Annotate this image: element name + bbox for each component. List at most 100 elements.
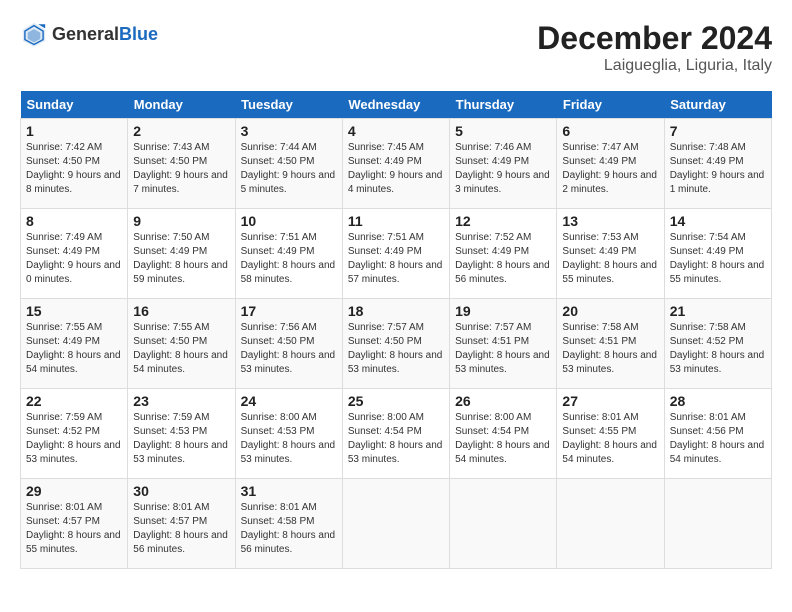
cell-text: Sunrise: 8:00 AMSunset: 4:54 PMDaylight:… — [348, 412, 443, 465]
cell-text: Sunrise: 7:53 AMSunset: 4:49 PMDaylight:… — [562, 232, 657, 285]
day-number: 30 — [133, 483, 229, 499]
calendar-cell — [450, 479, 557, 569]
cell-text: Sunrise: 7:45 AMSunset: 4:49 PMDaylight:… — [348, 142, 443, 195]
day-number: 23 — [133, 393, 229, 409]
logo-general: General — [52, 24, 119, 44]
day-number: 18 — [348, 303, 444, 319]
day-header-tuesday: Tuesday — [235, 91, 342, 119]
calendar-cell: 12Sunrise: 7:52 AMSunset: 4:49 PMDayligh… — [450, 209, 557, 299]
day-number: 14 — [670, 213, 766, 229]
cell-text: Sunrise: 7:58 AMSunset: 4:52 PMDaylight:… — [670, 322, 765, 375]
week-row-4: 22Sunrise: 7:59 AMSunset: 4:52 PMDayligh… — [21, 389, 772, 479]
day-number: 17 — [241, 303, 337, 319]
day-number: 6 — [562, 123, 658, 139]
calendar-cell: 19 Sunrise: 7:57 AMSunset: 4:51 PMDayligh… — [450, 299, 557, 389]
calendar-header-row: SundayMondayTuesdayWednesdayThursdayFrid… — [21, 91, 772, 119]
cell-text: Sunrise: 7:42 AMSunset: 4:50 PMDaylight:… — [26, 142, 121, 195]
week-row-5: 29 Sunrise: 8:01 AMSunset: 4:57 PMDayligh… — [21, 479, 772, 569]
calendar-cell: 23 Sunrise: 7:59 AMSunset: 4:53 PMDayligh… — [128, 389, 235, 479]
calendar-body: 1Sunrise: 7:42 AMSunset: 4:50 PMDaylight… — [21, 119, 772, 569]
logo: GeneralBlue — [20, 20, 158, 48]
day-number: 3 — [241, 123, 337, 139]
calendar-cell: 18 Sunrise: 7:57 AMSunset: 4:50 PMDayligh… — [342, 299, 449, 389]
day-number: 25 — [348, 393, 444, 409]
day-number: 10 — [241, 213, 337, 229]
week-row-3: 15Sunrise: 7:55 AMSunset: 4:49 PMDayligh… — [21, 299, 772, 389]
title-area: December 2024 Laigueglia, Liguria, Italy — [537, 20, 772, 75]
calendar-cell — [557, 479, 664, 569]
calendar-cell: 27Sunrise: 8:01 AMSunset: 4:55 PMDayligh… — [557, 389, 664, 479]
cell-text: Sunrise: 8:01 AMSunset: 4:58 PMDaylight:… — [241, 502, 336, 555]
day-header-monday: Monday — [128, 91, 235, 119]
calendar-cell: 20 Sunrise: 7:58 AMSunset: 4:51 PMDayligh… — [557, 299, 664, 389]
calendar-cell: 7 Sunrise: 7:48 AMSunset: 4:49 PMDaylight… — [664, 119, 771, 209]
calendar-cell: 22Sunrise: 7:59 AMSunset: 4:52 PMDayligh… — [21, 389, 128, 479]
day-header-friday: Friday — [557, 91, 664, 119]
cell-text: Sunrise: 7:54 AMSunset: 4:49 PMDaylight:… — [670, 232, 765, 285]
cell-text: Sunrise: 8:01 AMSunset: 4:57 PMDaylight:… — [133, 502, 228, 555]
day-number: 4 — [348, 123, 444, 139]
calendar-cell: 4 Sunrise: 7:45 AMSunset: 4:49 PMDaylight… — [342, 119, 449, 209]
calendar-table: SundayMondayTuesdayWednesdayThursdayFrid… — [20, 91, 772, 569]
calendar-cell: 5 Sunrise: 7:46 AMSunset: 4:49 PMDaylight… — [450, 119, 557, 209]
day-number: 8 — [26, 213, 122, 229]
month-title: December 2024 — [537, 20, 772, 57]
cell-text: Sunrise: 7:49 AMSunset: 4:49 PMDaylight:… — [26, 232, 121, 285]
day-number: 7 — [670, 123, 766, 139]
cell-text: Sunrise: 7:59 AMSunset: 4:53 PMDaylight:… — [133, 412, 228, 465]
day-number: 27 — [562, 393, 658, 409]
day-number: 19 — [455, 303, 551, 319]
logo-blue: Blue — [119, 24, 158, 44]
calendar-cell — [664, 479, 771, 569]
calendar-cell: 3 Sunrise: 7:44 AMSunset: 4:50 PMDaylight… — [235, 119, 342, 209]
day-number: 29 — [26, 483, 122, 499]
day-header-saturday: Saturday — [664, 91, 771, 119]
calendar-cell: 29 Sunrise: 8:01 AMSunset: 4:57 PMDayligh… — [21, 479, 128, 569]
cell-text: Sunrise: 7:47 AMSunset: 4:49 PMDaylight:… — [562, 142, 657, 195]
calendar-cell: 21 Sunrise: 7:58 AMSunset: 4:52 PMDayligh… — [664, 299, 771, 389]
calendar-cell: 17 Sunrise: 7:56 AMSunset: 4:50 PMDayligh… — [235, 299, 342, 389]
calendar-cell: 26Sunrise: 8:00 AMSunset: 4:54 PMDayligh… — [450, 389, 557, 479]
cell-text: Sunrise: 7:56 AMSunset: 4:50 PMDaylight:… — [241, 322, 336, 375]
week-row-1: 1Sunrise: 7:42 AMSunset: 4:50 PMDaylight… — [21, 119, 772, 209]
calendar-cell: 11Sunrise: 7:51 AMSunset: 4:49 PMDayligh… — [342, 209, 449, 299]
calendar-cell: 16 Sunrise: 7:55 AMSunset: 4:50 PMDayligh… — [128, 299, 235, 389]
calendar-cell: 8 Sunrise: 7:49 AMSunset: 4:49 PMDaylight… — [21, 209, 128, 299]
day-number: 22 — [26, 393, 122, 409]
day-number: 31 — [241, 483, 337, 499]
cell-text: Sunrise: 7:57 AMSunset: 4:51 PMDaylight:… — [455, 322, 550, 375]
calendar-cell: 10Sunrise: 7:51 AMSunset: 4:49 PMDayligh… — [235, 209, 342, 299]
calendar-cell: 31 Sunrise: 8:01 AMSunset: 4:58 PMDayligh… — [235, 479, 342, 569]
day-number: 21 — [670, 303, 766, 319]
cell-text: Sunrise: 8:01 AMSunset: 4:56 PMDaylight:… — [670, 412, 765, 465]
calendar-cell: 24 Sunrise: 8:00 AMSunset: 4:53 PMDayligh… — [235, 389, 342, 479]
location-title: Laigueglia, Liguria, Italy — [537, 57, 772, 75]
calendar-cell: 30 Sunrise: 8:01 AMSunset: 4:57 PMDayligh… — [128, 479, 235, 569]
day-number: 20 — [562, 303, 658, 319]
day-number: 16 — [133, 303, 229, 319]
cell-text: Sunrise: 8:01 AMSunset: 4:57 PMDaylight:… — [26, 502, 121, 555]
cell-text: Sunrise: 7:46 AMSunset: 4:49 PMDaylight:… — [455, 142, 550, 195]
week-row-2: 8 Sunrise: 7:49 AMSunset: 4:49 PMDaylight… — [21, 209, 772, 299]
cell-text: Sunrise: 7:57 AMSunset: 4:50 PMDaylight:… — [348, 322, 443, 375]
header: GeneralBlue December 2024 Laigueglia, Li… — [20, 20, 772, 75]
day-number: 9 — [133, 213, 229, 229]
day-number: 13 — [562, 213, 658, 229]
cell-text: Sunrise: 8:00 AMSunset: 4:53 PMDaylight:… — [241, 412, 336, 465]
day-number: 12 — [455, 213, 551, 229]
calendar-cell: 15Sunrise: 7:55 AMSunset: 4:49 PMDayligh… — [21, 299, 128, 389]
cell-text: Sunrise: 7:51 AMSunset: 4:49 PMDaylight:… — [348, 232, 443, 285]
day-number: 28 — [670, 393, 766, 409]
day-header-sunday: Sunday — [21, 91, 128, 119]
cell-text: Sunrise: 7:44 AMSunset: 4:50 PMDaylight:… — [241, 142, 336, 195]
day-number: 24 — [241, 393, 337, 409]
day-header-wednesday: Wednesday — [342, 91, 449, 119]
cell-text: Sunrise: 7:55 AMSunset: 4:50 PMDaylight:… — [133, 322, 228, 375]
day-number: 2 — [133, 123, 229, 139]
cell-text: Sunrise: 7:43 AMSunset: 4:50 PMDaylight:… — [133, 142, 228, 195]
calendar-cell: 28 Sunrise: 8:01 AMSunset: 4:56 PMDayligh… — [664, 389, 771, 479]
cell-text: Sunrise: 7:58 AMSunset: 4:51 PMDaylight:… — [562, 322, 657, 375]
cell-text: Sunrise: 7:48 AMSunset: 4:49 PMDaylight:… — [670, 142, 765, 195]
day-number: 5 — [455, 123, 551, 139]
logo-text: GeneralBlue — [52, 24, 158, 45]
